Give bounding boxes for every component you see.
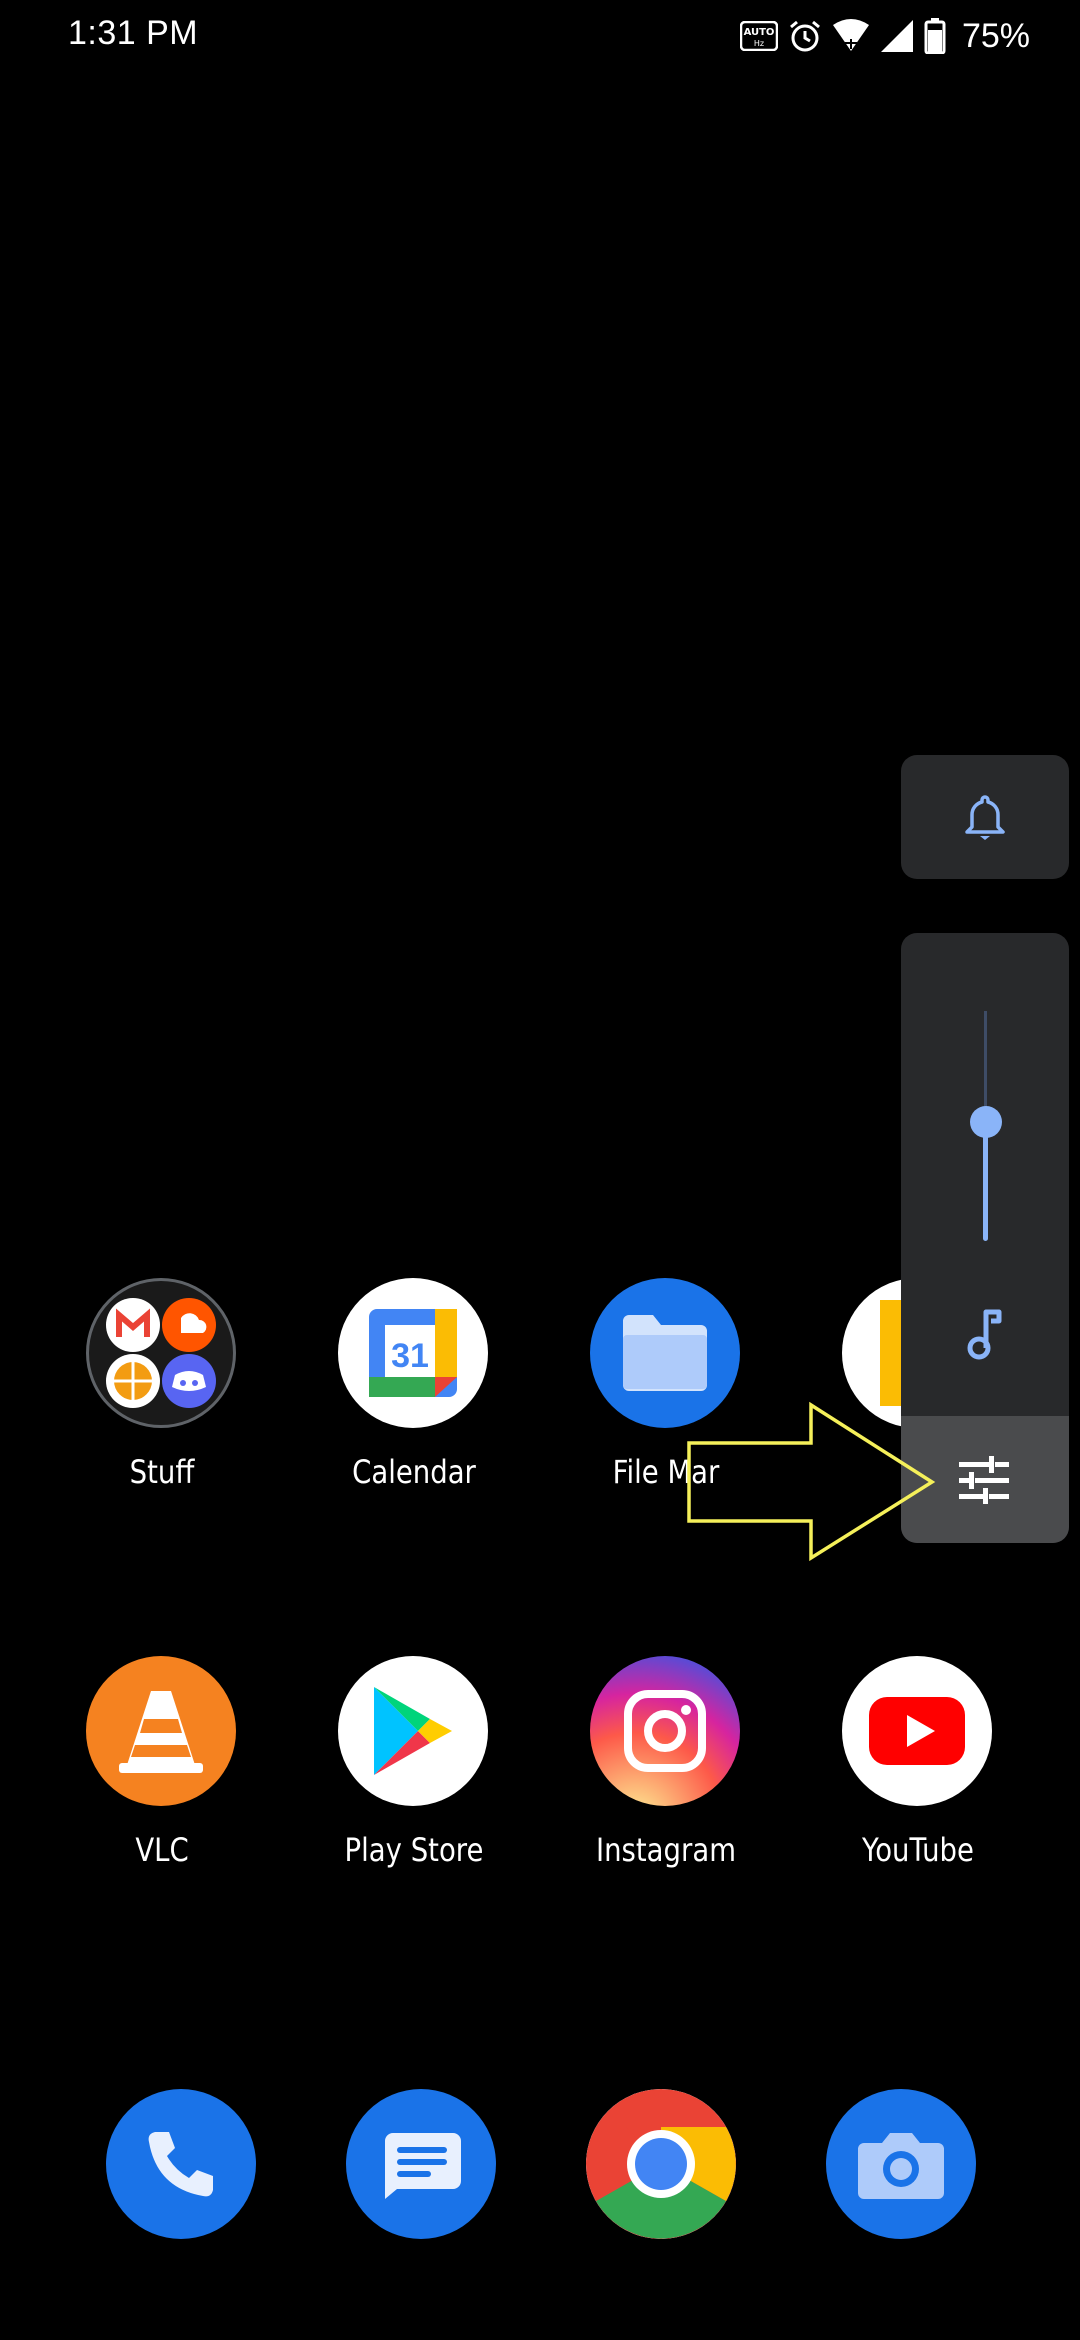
app-label: YouTube: [862, 1831, 974, 1869]
wifi-icon: [832, 19, 869, 51]
dock-messages[interactable]: [322, 2089, 522, 2319]
status-icons: AUTO Hz 75%: [739, 14, 1030, 58]
messages-icon: [346, 2089, 496, 2239]
media-volume-panel: [901, 933, 1069, 1543]
dock-phone[interactable]: [82, 2089, 282, 2319]
calendar-icon: 31: [338, 1278, 488, 1428]
media-volume-slider[interactable]: [901, 933, 1069, 1253]
calendar-date: 31: [391, 1337, 429, 1375]
phone-icon: [106, 2089, 256, 2239]
camera-icon: [826, 2089, 976, 2239]
ringer-mode-button[interactable]: [901, 755, 1069, 879]
battery-percent: 75%: [961, 16, 1030, 55]
app-label: VLC: [135, 1831, 189, 1869]
battery-icon: [924, 18, 946, 54]
app-youtube[interactable]: YouTube: [818, 1656, 1018, 1886]
slider-track-empty: [984, 1011, 987, 1121]
app-instagram[interactable]: Instagram: [566, 1656, 766, 1886]
sound-settings-button[interactable]: [901, 1416, 1069, 1543]
slider-thumb[interactable]: [970, 1106, 1002, 1138]
vlc-icon: [86, 1656, 236, 1806]
app-calendar[interactable]: 31 Calendar: [314, 1278, 514, 1508]
files-icon: [590, 1278, 740, 1428]
dock-chrome[interactable]: [562, 2089, 762, 2319]
signal-icon: [880, 20, 913, 52]
status-bar: 1:31 PM AUTO Hz 75%: [0, 0, 1080, 70]
auto-hz-icon: AUTO Hz: [739, 21, 778, 51]
instagram-icon: [590, 1656, 740, 1806]
folder-icon: [86, 1278, 236, 1428]
app-vlc[interactable]: VLC: [62, 1656, 262, 1886]
chrome-icon: [586, 2089, 736, 2239]
app-label: Calendar: [352, 1453, 476, 1491]
app-label: Stuff: [129, 1453, 195, 1491]
svg-text:Hz: Hz: [754, 39, 764, 48]
music-note-icon: [967, 1309, 1002, 1360]
dock-camera[interactable]: [802, 2089, 1002, 2319]
slider-track-filled: [983, 1121, 988, 1241]
app-label: Instagram: [595, 1831, 736, 1869]
alarm-icon: [789, 20, 820, 52]
svg-text:AUTO: AUTO: [744, 27, 775, 38]
app-play-store[interactable]: Play Store: [314, 1656, 514, 1886]
play-store-icon: [338, 1656, 488, 1806]
bell-icon: [965, 795, 1005, 840]
youtube-icon: [842, 1656, 992, 1806]
app-label: File Mar: [612, 1453, 720, 1491]
app-label: Play Store: [344, 1831, 484, 1869]
app-file-manager[interactable]: File Mar: [566, 1278, 766, 1508]
sliders-icon: [959, 1456, 1009, 1504]
clock: 1:31 PM: [68, 14, 199, 52]
app-stuff-folder[interactable]: Stuff: [62, 1278, 262, 1508]
